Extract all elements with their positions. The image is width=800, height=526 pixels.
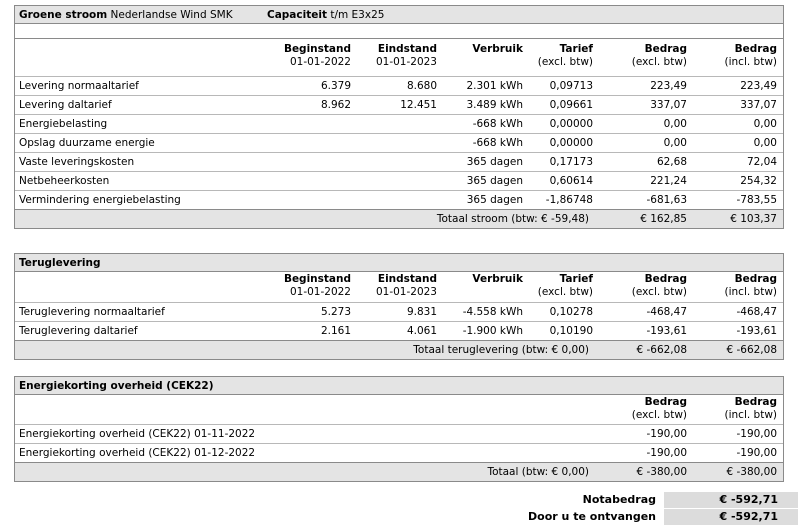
table-row: Netbeheerkosten 365 dagen 0,60614 221,24… (15, 172, 783, 191)
capacity-label: Capaciteit t/m E3x25 (267, 8, 385, 21)
table-row: Teruglevering normaaltarief 5.273 9.831 … (15, 303, 783, 322)
table-row: Energiebelasting -668 kWh 0,00000 0,00 0… (15, 115, 783, 134)
energiekorting-title: Energiekorting overheid (CEK22) (19, 379, 214, 392)
terug-header-row: Beginstand 01-01-2022 Eindstand 01-01-2023… (15, 272, 783, 303)
col-bedrag-incl: Bedrag (incl. btw) (724, 43, 778, 68)
stroom-total-label: Totaal stroom (btw: € -59,48) (436, 213, 589, 225)
terug-total-label: Totaal teruglevering (btw: € 0,00) (413, 344, 589, 356)
korting-total-incl: € -380,00 (726, 466, 777, 478)
stroom-section: Groene stroom Nederlandse Wind SMK Capac… (14, 5, 784, 229)
energiekorting-section: Energiekorting overheid (CEK22) Bedrag (e… (14, 376, 784, 482)
terug-total-row: Totaal teruglevering (btw: € 0,00) € -66… (15, 341, 783, 359)
teruglevering-section: Teruglevering Beginstand 01-01-2022 Einds… (14, 253, 784, 360)
table-row: Teruglevering daltarief 2.161 4.061 -1.9… (15, 322, 783, 341)
table-row: Energiekorting overheid (CEK22) 01-12-20… (15, 444, 783, 463)
table-row: Levering daltarief 8.962 12.451 3.489 kW… (15, 96, 783, 115)
notabedrag-row: Notabedrag € -592,71 (14, 492, 798, 509)
stroom-title-bar: Groene stroom Nederlandse Wind SMK Capac… (15, 6, 783, 24)
teruglevering-title: Teruglevering (19, 256, 101, 269)
ontvangen-value: € -592,71 (719, 510, 779, 523)
stroom-total-row: Totaal stroom (btw: € -59,48) € 162,85 €… (15, 210, 783, 228)
ontvangen-row: Door u te ontvangen € -592,71 (14, 509, 798, 526)
col-tarief: Tarief (excl. btw) (537, 43, 593, 68)
korting-total-excl: € -380,00 (636, 466, 687, 478)
notabedrag-value: € -592,71 (719, 493, 779, 506)
terug-total-excl: € -662,08 (636, 344, 687, 356)
stroom-rows: Levering normaaltarief 6.379 8.680 2.301… (15, 77, 783, 210)
table-row: Opslag duurzame energie -668 kWh 0,00000… (15, 134, 783, 153)
stroom-header-row: Beginstand 01-01-2022 Eindstand 01-01-2023… (15, 39, 783, 77)
stroom-product: Nederlandse Wind SMK (110, 8, 233, 21)
invoice-summary: Notabedrag € -592,71 Door u te ontvangen… (14, 492, 798, 526)
col-bedrag-excl: Bedrag (excl. btw) (631, 43, 687, 68)
korting-total-row: Totaal (btw: € 0,00) € -380,00 € -380,00 (15, 463, 783, 481)
stroom-total-incl: € 103,37 (730, 213, 777, 225)
korting-total-label: Totaal (btw: € 0,00) (487, 466, 589, 478)
stroom-total-excl: € 162,85 (640, 213, 687, 225)
col-beginstand: Beginstand 01-01-2022 (283, 43, 351, 68)
col-verbruik: Verbruik (472, 43, 523, 55)
table-row: Levering normaaltarief 6.379 8.680 2.301… (15, 77, 783, 96)
table-row: Energiekorting overheid (CEK22) 01-11-20… (15, 425, 783, 444)
korting-header-row: Bedrag (excl. btw) Bedrag (incl. btw) (15, 395, 783, 425)
capacity-value: t/m E3x25 (330, 8, 385, 21)
teruglevering-title-bar: Teruglevering (15, 254, 783, 272)
notabedrag-label: Notabedrag (582, 493, 656, 506)
table-row: Vaste leveringskosten 365 dagen 0,17173 … (15, 153, 783, 172)
terug-total-incl: € -662,08 (726, 344, 777, 356)
table-row: Vermindering energiebelasting 365 dagen … (15, 191, 783, 210)
ontvangen-label: Door u te ontvangen (528, 510, 656, 523)
col-eindstand: Eindstand 01-01-2023 (375, 43, 437, 68)
stroom-title: Groene stroom (19, 8, 108, 21)
energiekorting-title-bar: Energiekorting overheid (CEK22) (15, 377, 783, 395)
